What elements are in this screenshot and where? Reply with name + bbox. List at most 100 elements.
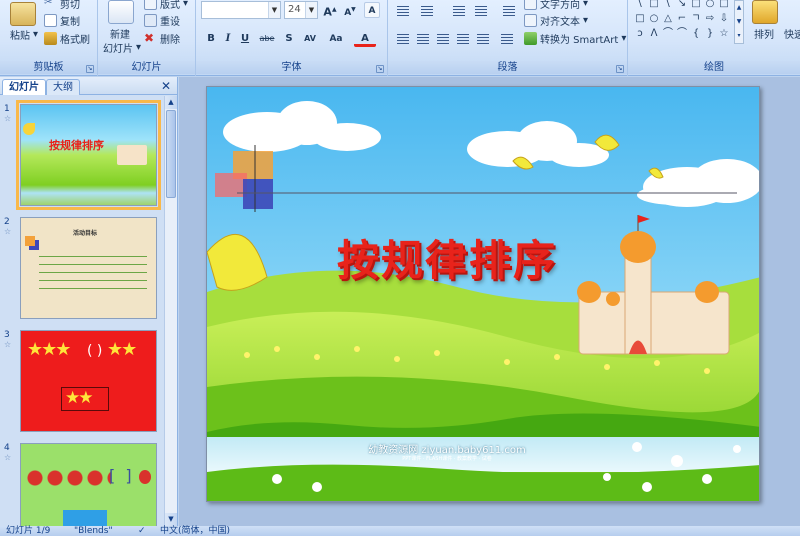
- thumb-text-lines: [39, 252, 147, 296]
- font-size-combo[interactable]: 24 ▼: [284, 1, 318, 19]
- butterfly-image: [23, 123, 35, 135]
- smartart-button[interactable]: 转换为 SmartArt ▾: [524, 31, 626, 46]
- change-case-button[interactable]: Aa: [326, 31, 346, 47]
- clear-format-button[interactable]: A: [364, 2, 380, 18]
- arrange-button[interactable]: 排列: [754, 26, 774, 41]
- scroll-down-icon[interactable]: ▼: [165, 513, 177, 526]
- language-status[interactable]: 中文(简体，中国): [160, 526, 230, 536]
- watermark-text: 幼教资源网 ziyuan.baby611.com: [368, 445, 526, 456]
- status-bar: 幻灯片 1/9 "Blends" ✓ 中文(简体，中国): [0, 526, 800, 536]
- clipboard-launcher-icon[interactable]: ↘: [86, 65, 94, 73]
- stars-row-image: ★★★: [27, 339, 71, 360]
- align-text-button[interactable]: 对齐文本 ▾: [524, 13, 588, 28]
- spellcheck-icon[interactable]: ✓: [138, 526, 146, 536]
- slide-title[interactable]: 按规律排序: [317, 227, 577, 288]
- font-color-button[interactable]: A: [354, 31, 376, 47]
- slides-label: 幻灯片: [98, 61, 195, 74]
- close-icon[interactable]: ✕: [161, 79, 171, 93]
- paste-icon: [10, 2, 36, 26]
- font-name-combo[interactable]: ▼: [201, 1, 281, 19]
- slide-background: [207, 87, 759, 501]
- slide-thumbnail-2[interactable]: 活动目标: [20, 217, 157, 319]
- rect-shape-icon: □: [719, 0, 729, 9]
- shrink-font-button[interactable]: A▼: [342, 2, 358, 18]
- reset-button[interactable]: 重设: [144, 13, 180, 28]
- slide-thumbnail-4[interactable]: [ ]: [20, 443, 157, 527]
- theme-status: "Blends": [74, 526, 113, 536]
- new-slide-icon: [108, 0, 134, 24]
- char-spacing-button[interactable]: AV: [300, 31, 320, 47]
- brush-icon: [44, 32, 57, 45]
- slide-thumbnail-1[interactable]: 按规律排序: [16, 100, 161, 210]
- format-painter-button[interactable]: 格式刷: [44, 31, 90, 46]
- thumb-title: 按规律排序: [49, 139, 104, 152]
- font-launcher-icon[interactable]: ↘: [376, 65, 384, 73]
- quick-styles-button[interactable]: 快速: [784, 26, 800, 41]
- italic-button[interactable]: I: [220, 31, 236, 47]
- slide-thumbnail-3[interactable]: ★★★ ( ) ★★ ★★: [20, 330, 157, 432]
- cut-button[interactable]: ✂ 剪切: [44, 0, 80, 11]
- scrollbar-thumb[interactable]: [166, 110, 176, 198]
- slide-number: 4: [4, 443, 10, 453]
- brace-shape-icon: }: [706, 28, 714, 39]
- chevron-down-icon: ▼: [305, 2, 317, 18]
- grow-font-button[interactable]: A▲: [322, 2, 338, 19]
- slide-number: 2: [4, 217, 10, 227]
- triangle-shape-icon: △: [664, 13, 672, 24]
- slide-number: 3: [4, 330, 10, 340]
- distribute-button[interactable]: [474, 31, 492, 47]
- increase-indent-button[interactable]: [472, 3, 490, 19]
- drawing-label: 绘图: [628, 61, 800, 74]
- animation-star-icon: ☆: [4, 453, 12, 462]
- shapes-gallery[interactable]: \ □ \ ↘ □ ○ □ □ ○ △ ⌐ ㄱ ⇨ ⇩ ↄ ᐱ ⌒ ⌒ { } …: [634, 0, 744, 46]
- new-slide-button[interactable]: 新建: [110, 26, 130, 41]
- tab-slides[interactable]: 幻灯片: [2, 79, 46, 95]
- new-slide-dropdown[interactable]: 幻灯片 ▾: [103, 40, 141, 55]
- tab-outline[interactable]: 大纲: [46, 79, 80, 95]
- font-group: ▼ 24 ▼ A▲ A▼ A B I U abe S AV Aa A 字体 ↘: [196, 0, 388, 76]
- paragraph-label: 段落: [388, 61, 627, 74]
- clipboard-group: 粘贴 ▾ ✂ 剪切 复制 格式刷 剪贴板 ↘: [0, 0, 98, 76]
- text-direction-button[interactable]: 文字方向 ▾: [524, 0, 588, 11]
- delete-button[interactable]: ✖ 删除: [144, 31, 180, 47]
- arrow-shape-icon: ↘: [677, 0, 687, 9]
- decrease-indent-button[interactable]: [450, 3, 468, 19]
- line-spacing-button[interactable]: [500, 3, 518, 19]
- clipboard-label: 剪贴板: [0, 61, 97, 74]
- panel-scrollbar[interactable]: ▲ ▼: [164, 96, 177, 526]
- align-right-button[interactable]: [434, 31, 452, 47]
- paste-button[interactable]: 粘贴 ▾: [10, 27, 38, 42]
- bracket-image: [ ]: [109, 466, 132, 485]
- star-shape-icon: ☆: [719, 28, 729, 39]
- layout-button[interactable]: 版式 ▾: [144, 0, 188, 11]
- bracket-image: ( ): [87, 343, 103, 359]
- answer-box-image: [63, 510, 107, 526]
- underline-button[interactable]: U: [237, 31, 253, 47]
- font-label: 字体: [196, 61, 387, 74]
- curve-shape-icon: ⌒: [663, 28, 673, 39]
- paragraph-launcher-icon[interactable]: ↘: [616, 65, 624, 73]
- justify-button[interactable]: [454, 31, 472, 47]
- arrow-down-shape-icon: ⇩: [719, 13, 729, 24]
- shadow-button[interactable]: S: [281, 31, 297, 47]
- castle-image: [117, 145, 147, 165]
- copy-button[interactable]: 复制: [44, 13, 80, 28]
- numbering-button[interactable]: [418, 3, 436, 19]
- columns-button[interactable]: [498, 31, 516, 47]
- animation-star-icon: ☆: [4, 227, 12, 236]
- rect-shape-icon: □: [691, 0, 701, 9]
- align-left-button[interactable]: [394, 31, 412, 47]
- copy-icon: [44, 14, 57, 27]
- scroll-up-icon[interactable]: ▲: [165, 96, 177, 109]
- shapes-gallery-scroll[interactable]: ▲ ▼ ▾: [734, 0, 744, 44]
- rect-shape-icon: □: [649, 0, 659, 9]
- curve-shape-icon: ⌒: [677, 28, 687, 39]
- text-direction-icon: [524, 0, 537, 10]
- bold-button[interactable]: B: [203, 31, 219, 47]
- bullets-button[interactable]: [394, 3, 412, 19]
- align-center-button[interactable]: [414, 31, 432, 47]
- slide-canvas[interactable]: 按规律排序 幼教资源网 ziyuan.baby611.com PPT课件 · F…: [206, 86, 760, 502]
- strikethrough-button[interactable]: abe: [256, 31, 278, 47]
- line-shape-icon: \: [666, 0, 670, 9]
- slide-editing-area: 按规律排序 幼教资源网 ziyuan.baby611.com PPT课件 · F…: [179, 77, 800, 526]
